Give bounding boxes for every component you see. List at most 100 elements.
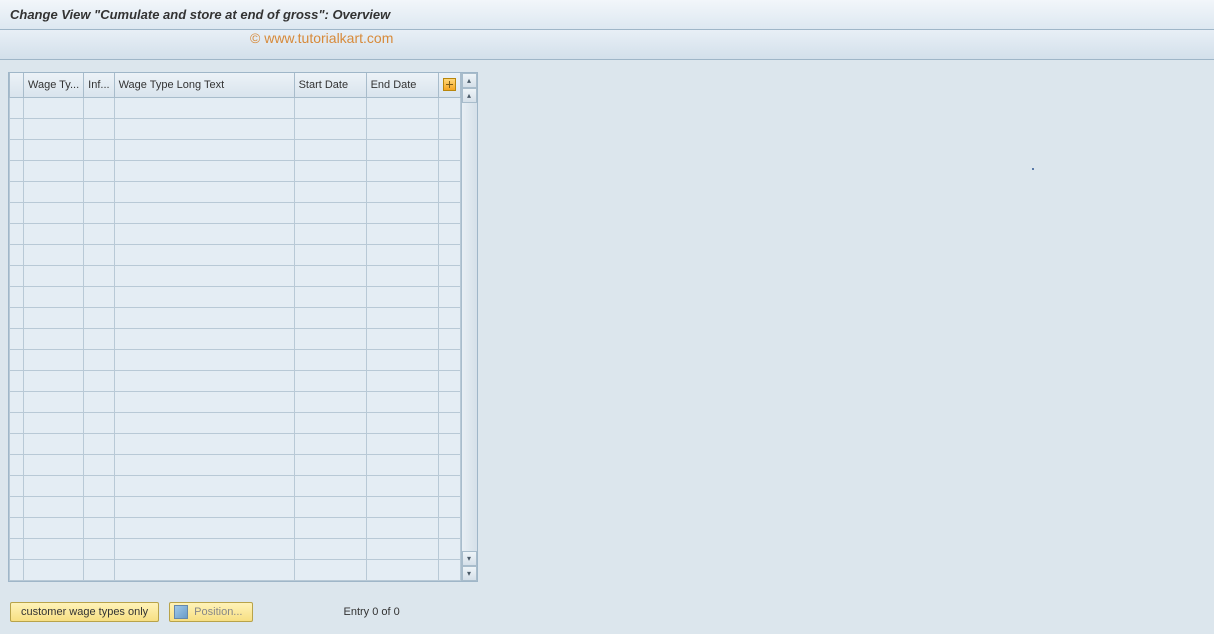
- cell-long-text[interactable]: [114, 140, 294, 161]
- cell-wage-type[interactable]: [24, 266, 84, 287]
- row-selector[interactable]: [10, 266, 24, 287]
- row-selector[interactable]: [10, 224, 24, 245]
- row-selector[interactable]: [10, 518, 24, 539]
- cell-inf[interactable]: [84, 539, 114, 560]
- cell-start-date[interactable]: [294, 497, 366, 518]
- table-row[interactable]: [10, 371, 461, 392]
- cell-wage-type[interactable]: [24, 119, 84, 140]
- cell-wage-type[interactable]: [24, 413, 84, 434]
- cell-wage-type[interactable]: [24, 350, 84, 371]
- cell-inf[interactable]: [84, 413, 114, 434]
- table-row[interactable]: [10, 140, 461, 161]
- cell-long-text[interactable]: [114, 98, 294, 119]
- cell-long-text[interactable]: [114, 413, 294, 434]
- cell-inf[interactable]: [84, 497, 114, 518]
- cell-inf[interactable]: [84, 434, 114, 455]
- cell-start-date[interactable]: [294, 392, 366, 413]
- cell-end-date[interactable]: [366, 140, 438, 161]
- cell-wage-type[interactable]: [24, 560, 84, 581]
- table-row[interactable]: [10, 266, 461, 287]
- table-row[interactable]: [10, 476, 461, 497]
- row-selector[interactable]: [10, 560, 24, 581]
- cell-long-text[interactable]: [114, 434, 294, 455]
- cell-start-date[interactable]: [294, 266, 366, 287]
- table-row[interactable]: [10, 392, 461, 413]
- cell-wage-type[interactable]: [24, 518, 84, 539]
- col-header-inf[interactable]: Inf...: [84, 73, 114, 98]
- table-row[interactable]: [10, 308, 461, 329]
- cell-start-date[interactable]: [294, 182, 366, 203]
- row-selector[interactable]: [10, 392, 24, 413]
- cell-long-text[interactable]: [114, 497, 294, 518]
- cell-inf[interactable]: [84, 371, 114, 392]
- cell-start-date[interactable]: [294, 455, 366, 476]
- cell-end-date[interactable]: [366, 371, 438, 392]
- cell-start-date[interactable]: [294, 329, 366, 350]
- cell-wage-type[interactable]: [24, 287, 84, 308]
- table-row[interactable]: [10, 329, 461, 350]
- cell-end-date[interactable]: [366, 539, 438, 560]
- col-header-start-date[interactable]: Start Date: [294, 73, 366, 98]
- table-row[interactable]: [10, 455, 461, 476]
- cell-long-text[interactable]: [114, 224, 294, 245]
- cell-inf[interactable]: [84, 266, 114, 287]
- cell-end-date[interactable]: [366, 245, 438, 266]
- cell-inf[interactable]: [84, 119, 114, 140]
- table-row[interactable]: [10, 413, 461, 434]
- cell-end-date[interactable]: [366, 476, 438, 497]
- cell-wage-type[interactable]: [24, 539, 84, 560]
- cell-long-text[interactable]: [114, 371, 294, 392]
- cell-inf[interactable]: [84, 161, 114, 182]
- table-row[interactable]: [10, 224, 461, 245]
- cell-wage-type[interactable]: [24, 98, 84, 119]
- cell-long-text[interactable]: [114, 392, 294, 413]
- cell-long-text[interactable]: [114, 455, 294, 476]
- cell-end-date[interactable]: [366, 182, 438, 203]
- cell-start-date[interactable]: [294, 287, 366, 308]
- cell-start-date[interactable]: [294, 350, 366, 371]
- cell-inf[interactable]: [84, 518, 114, 539]
- cell-end-date[interactable]: [366, 308, 438, 329]
- cell-start-date[interactable]: [294, 224, 366, 245]
- table-row[interactable]: [10, 518, 461, 539]
- cell-inf[interactable]: [84, 140, 114, 161]
- cell-start-date[interactable]: [294, 203, 366, 224]
- cell-long-text[interactable]: [114, 182, 294, 203]
- cell-inf[interactable]: [84, 308, 114, 329]
- cell-inf[interactable]: [84, 329, 114, 350]
- cell-wage-type[interactable]: [24, 161, 84, 182]
- cell-long-text[interactable]: [114, 287, 294, 308]
- cell-start-date[interactable]: [294, 140, 366, 161]
- cell-long-text[interactable]: [114, 266, 294, 287]
- row-selector[interactable]: [10, 455, 24, 476]
- cell-long-text[interactable]: [114, 119, 294, 140]
- cell-end-date[interactable]: [366, 119, 438, 140]
- table-row[interactable]: [10, 560, 461, 581]
- table-row[interactable]: [10, 350, 461, 371]
- cell-inf[interactable]: [84, 392, 114, 413]
- cell-end-date[interactable]: [366, 434, 438, 455]
- col-header-configure[interactable]: [438, 73, 460, 98]
- table-row[interactable]: [10, 497, 461, 518]
- cell-long-text[interactable]: [114, 308, 294, 329]
- row-selector[interactable]: [10, 119, 24, 140]
- cell-long-text[interactable]: [114, 476, 294, 497]
- cell-end-date[interactable]: [366, 497, 438, 518]
- row-selector[interactable]: [10, 161, 24, 182]
- cell-wage-type[interactable]: [24, 434, 84, 455]
- cell-start-date[interactable]: [294, 560, 366, 581]
- cell-wage-type[interactable]: [24, 203, 84, 224]
- cell-end-date[interactable]: [366, 560, 438, 581]
- cell-inf[interactable]: [84, 245, 114, 266]
- cell-start-date[interactable]: [294, 371, 366, 392]
- cell-start-date[interactable]: [294, 308, 366, 329]
- cell-long-text[interactable]: [114, 329, 294, 350]
- customer-wage-types-button[interactable]: customer wage types only: [10, 602, 159, 622]
- cell-end-date[interactable]: [366, 392, 438, 413]
- col-header-long-text[interactable]: Wage Type Long Text: [114, 73, 294, 98]
- cell-long-text[interactable]: [114, 203, 294, 224]
- scroll-down-button[interactable]: ▾: [462, 551, 477, 566]
- cell-end-date[interactable]: [366, 98, 438, 119]
- cell-end-date[interactable]: [366, 413, 438, 434]
- table-row[interactable]: [10, 203, 461, 224]
